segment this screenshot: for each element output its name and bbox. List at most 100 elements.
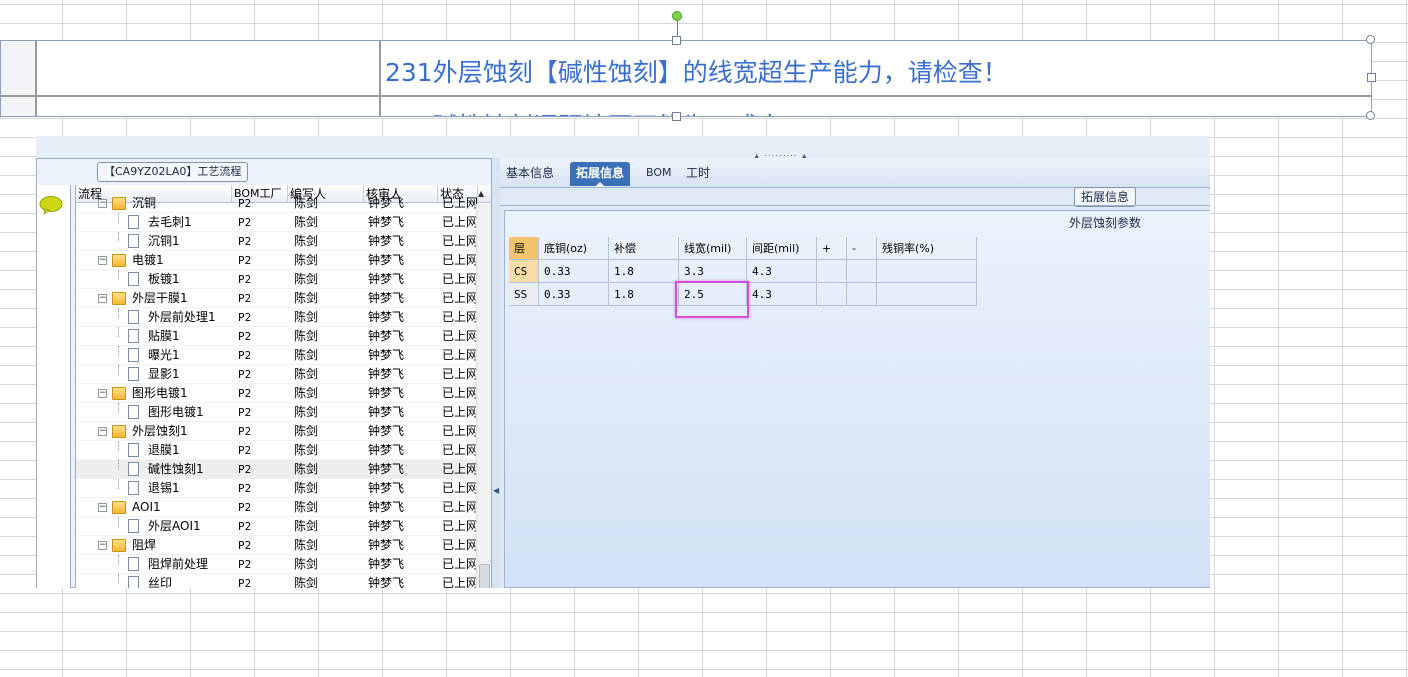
param-cell[interactable]: 1.8 xyxy=(609,260,679,283)
collapse-toggle-icon[interactable]: − xyxy=(98,256,107,265)
writer-cell: 陈剑 xyxy=(294,538,319,552)
tree-vertical-scrollbar[interactable] xyxy=(476,204,491,588)
status-cell: 已上网 xyxy=(442,253,478,267)
reviewer-cell: 钟梦飞 xyxy=(368,253,405,267)
tab-bom[interactable]: BOM xyxy=(640,162,678,186)
collapse-toggle-icon[interactable]: − xyxy=(98,294,107,303)
tree-row[interactable]: − 阻焊 P2 陈剑 钟梦飞 已上网 xyxy=(76,536,478,555)
param-cell[interactable] xyxy=(847,260,877,283)
warning-message-line-1: 231外层蚀刻【碱性蚀刻】的线宽超生产能力，请检查！ xyxy=(385,58,1008,87)
param-cell[interactable] xyxy=(847,283,877,306)
folder-icon xyxy=(112,539,126,552)
tree-row[interactable]: 碱性蚀刻1 P2 陈剑 钟梦飞 已上网 xyxy=(76,460,478,479)
status-cell: 已上网 xyxy=(442,443,478,457)
resize-handle-top-right[interactable] xyxy=(1366,35,1375,44)
param-cell[interactable]: 4.3 xyxy=(747,260,817,283)
param-cell[interactable]: 3.3 xyxy=(679,260,747,283)
tree-row[interactable]: 沉铜1 P2 陈剑 钟梦飞 已上网 xyxy=(76,232,478,251)
collapse-toggle-icon[interactable]: − xyxy=(98,427,107,436)
param-cell[interactable] xyxy=(817,283,847,306)
tree-row[interactable]: 退锡1 P2 陈剑 钟梦飞 已上网 xyxy=(76,479,478,498)
tree-row[interactable]: 显影1 P2 陈剑 钟梦飞 已上网 xyxy=(76,365,478,384)
param-cell[interactable]: 4.3 xyxy=(747,283,817,306)
rotate-handle[interactable] xyxy=(672,11,682,21)
collapse-toggle-icon[interactable]: − xyxy=(98,199,107,208)
reviewer-cell: 钟梦飞 xyxy=(368,443,405,457)
writer-cell: 陈剑 xyxy=(294,329,319,343)
document-icon xyxy=(128,310,139,324)
resize-handle-top[interactable] xyxy=(672,36,681,45)
tree-row[interactable]: − 外层蚀刻1 P2 陈剑 钟梦飞 已上网 xyxy=(76,422,478,441)
process-name: 外层AOI1 xyxy=(148,519,201,533)
tree-row[interactable]: − 沉铜 P2 陈剑 钟梦飞 已上网 xyxy=(76,194,478,213)
param-cell[interactable]: 0.33 xyxy=(539,283,609,306)
document-icon xyxy=(128,367,139,381)
param-cell[interactable] xyxy=(877,260,977,283)
tree-row[interactable]: 阻焊前处理 P2 陈剑 钟梦飞 已上网 xyxy=(76,555,478,574)
collapse-toggle-icon[interactable]: − xyxy=(98,389,107,398)
scrollbar-thumb[interactable] xyxy=(479,564,490,588)
tree-row[interactable]: 退膜1 P2 陈剑 钟梦飞 已上网 xyxy=(76,441,478,460)
param-header-cell: 补偿 xyxy=(609,237,679,260)
tree-row[interactable]: 图形电镀1 P2 陈剑 钟梦飞 已上网 xyxy=(76,403,478,422)
tab-extended-info[interactable]: 拓展信息 xyxy=(570,162,631,187)
tree-row[interactable]: 丝印 P2 陈剑 钟梦飞 已上网 xyxy=(76,574,478,588)
param-cell[interactable]: 0.33 xyxy=(539,260,609,283)
tree-row[interactable]: − 外层干膜1 P2 陈剑 钟梦飞 已上网 xyxy=(76,289,478,308)
layer-cell[interactable]: CS xyxy=(509,260,539,283)
param-cell[interactable] xyxy=(817,260,847,283)
tree-row[interactable]: − 电镀1 P2 陈剑 钟梦飞 已上网 xyxy=(76,251,478,270)
tree-row[interactable]: 贴膜1 P2 陈剑 钟梦飞 已上网 xyxy=(76,327,478,346)
process-name: 贴膜1 xyxy=(148,329,180,343)
document-icon xyxy=(128,576,139,588)
reviewer-cell: 钟梦飞 xyxy=(368,348,405,362)
bom-factory-cell: P2 xyxy=(238,292,252,305)
tree-row[interactable]: 板镀1 P2 陈剑 钟梦飞 已上网 xyxy=(76,270,478,289)
writer-cell: 陈剑 xyxy=(294,272,319,286)
resize-handle-bottom[interactable] xyxy=(672,112,681,121)
status-cell: 已上网 xyxy=(442,291,478,305)
bom-factory-cell: P2 xyxy=(238,520,252,533)
reviewer-cell: 钟梦飞 xyxy=(368,234,405,248)
extended-info-button[interactable]: 拓展信息 xyxy=(1074,187,1137,207)
param-header-cell: - xyxy=(847,237,877,260)
tab-work-hours[interactable]: 工时 xyxy=(680,162,716,186)
sort-up-icon[interactable]: ▲ xyxy=(478,189,484,198)
process-name: 沉铜1 xyxy=(148,234,180,248)
writer-cell: 陈剑 xyxy=(294,215,319,229)
folder-icon xyxy=(112,387,126,400)
tree-row[interactable]: − 图形电镀1 P2 陈剑 钟梦飞 已上网 xyxy=(76,384,478,403)
process-name: 去毛刺1 xyxy=(148,215,192,229)
speech-bubble-icon[interactable] xyxy=(39,195,63,215)
document-icon xyxy=(128,481,139,495)
process-name: 退锡1 xyxy=(148,481,180,495)
status-cell: 已上网 xyxy=(442,462,478,476)
tree-row[interactable]: − AOI1 P2 陈剑 钟梦飞 已上网 xyxy=(76,498,478,517)
param-cell[interactable]: 1.8 xyxy=(609,283,679,306)
tree-row[interactable]: 曝光1 P2 陈剑 钟梦飞 已上网 xyxy=(76,346,478,365)
param-cell[interactable] xyxy=(877,283,977,306)
status-cell: 已上网 xyxy=(442,538,478,552)
bom-factory-cell: P2 xyxy=(238,349,252,362)
layer-cell[interactable]: SS xyxy=(509,283,539,306)
status-cell: 已上网 xyxy=(442,405,478,419)
tree-row[interactable]: 外层前处理1 P2 陈剑 钟梦飞 已上网 xyxy=(76,308,478,327)
collapse-left-icon[interactable]: ◀ xyxy=(493,486,499,495)
tree-row[interactable]: 去毛刺1 P2 陈剑 钟梦飞 已上网 xyxy=(76,213,478,232)
warning-textbox[interactable]: 231外层蚀刻【碱性蚀刻】的线宽超生产能力，请检查！ 231碱性蚀刻词距填写不能… xyxy=(0,40,1372,117)
bom-factory-cell: P2 xyxy=(238,273,252,286)
process-name: 退膜1 xyxy=(148,443,180,457)
reviewer-cell: 钟梦飞 xyxy=(368,272,405,286)
bom-factory-cell: P2 xyxy=(238,425,252,438)
tree-row[interactable]: 外层AOI1 P2 陈剑 钟梦飞 已上网 xyxy=(76,517,478,536)
collapse-toggle-icon[interactable]: − xyxy=(98,503,107,512)
tab-basic-info[interactable]: 基本信息 xyxy=(500,162,560,186)
collapse-toggle-icon[interactable]: − xyxy=(98,541,107,550)
resize-handle-right[interactable] xyxy=(1367,73,1376,82)
reviewer-cell: 钟梦飞 xyxy=(368,215,405,229)
reviewer-cell: 钟梦飞 xyxy=(368,367,405,381)
bom-factory-cell: P2 xyxy=(238,577,252,588)
status-cell: 已上网 xyxy=(442,576,478,588)
resize-handle-bottom-right[interactable] xyxy=(1366,111,1375,120)
panel-splitter[interactable]: ◀ xyxy=(492,158,500,588)
